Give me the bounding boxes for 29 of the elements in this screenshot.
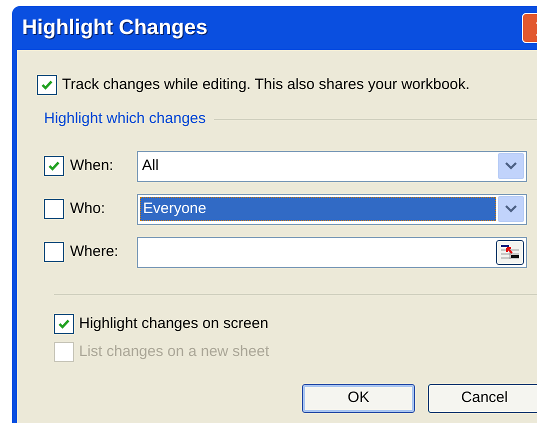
dialog-button[interactable]: Cancel: [428, 384, 537, 412]
dropdown-field[interactable]: Everyone: [137, 194, 527, 224]
checkbox-label: Highlight changes on screen: [79, 314, 268, 334]
checkbox-label: Track changes while editing. This also shares your workbook.: [62, 74, 470, 95]
checkbox-label: List changes on a new sheet: [79, 342, 270, 362]
range-field[interactable]: [137, 236, 527, 268]
checkbox[interactable]: [44, 199, 64, 219]
chevron-down-icon: [505, 205, 517, 213]
window-title: Highlight Changes: [22, 15, 208, 42]
field-label: Who:: [70, 198, 106, 219]
field-label: Where:: [70, 242, 118, 262]
dropdown-field[interactable]: All: [137, 150, 527, 182]
dropdown-button[interactable]: [498, 196, 524, 222]
checkmark-icon: [48, 160, 60, 172]
field-label: When:: [70, 156, 114, 176]
checkmark-icon: [58, 318, 70, 330]
chevron-down-icon: [505, 162, 517, 170]
checkbox[interactable]: [44, 242, 64, 262]
dropdown-value: Everyone: [140, 197, 496, 221]
checkbox[interactable]: [37, 75, 57, 95]
range-picker-button[interactable]: [496, 240, 524, 264]
dropdown-value: All: [141, 156, 160, 176]
checkbox[interactable]: [44, 156, 64, 176]
checkmark-icon: [41, 79, 53, 91]
group-title: Highlight which changes: [44, 109, 206, 129]
dialog-button[interactable]: OK: [302, 384, 415, 412]
dropdown-button[interactable]: [498, 153, 524, 179]
checkbox[interactable]: [54, 314, 74, 334]
grid-select-icon: [500, 244, 520, 260]
